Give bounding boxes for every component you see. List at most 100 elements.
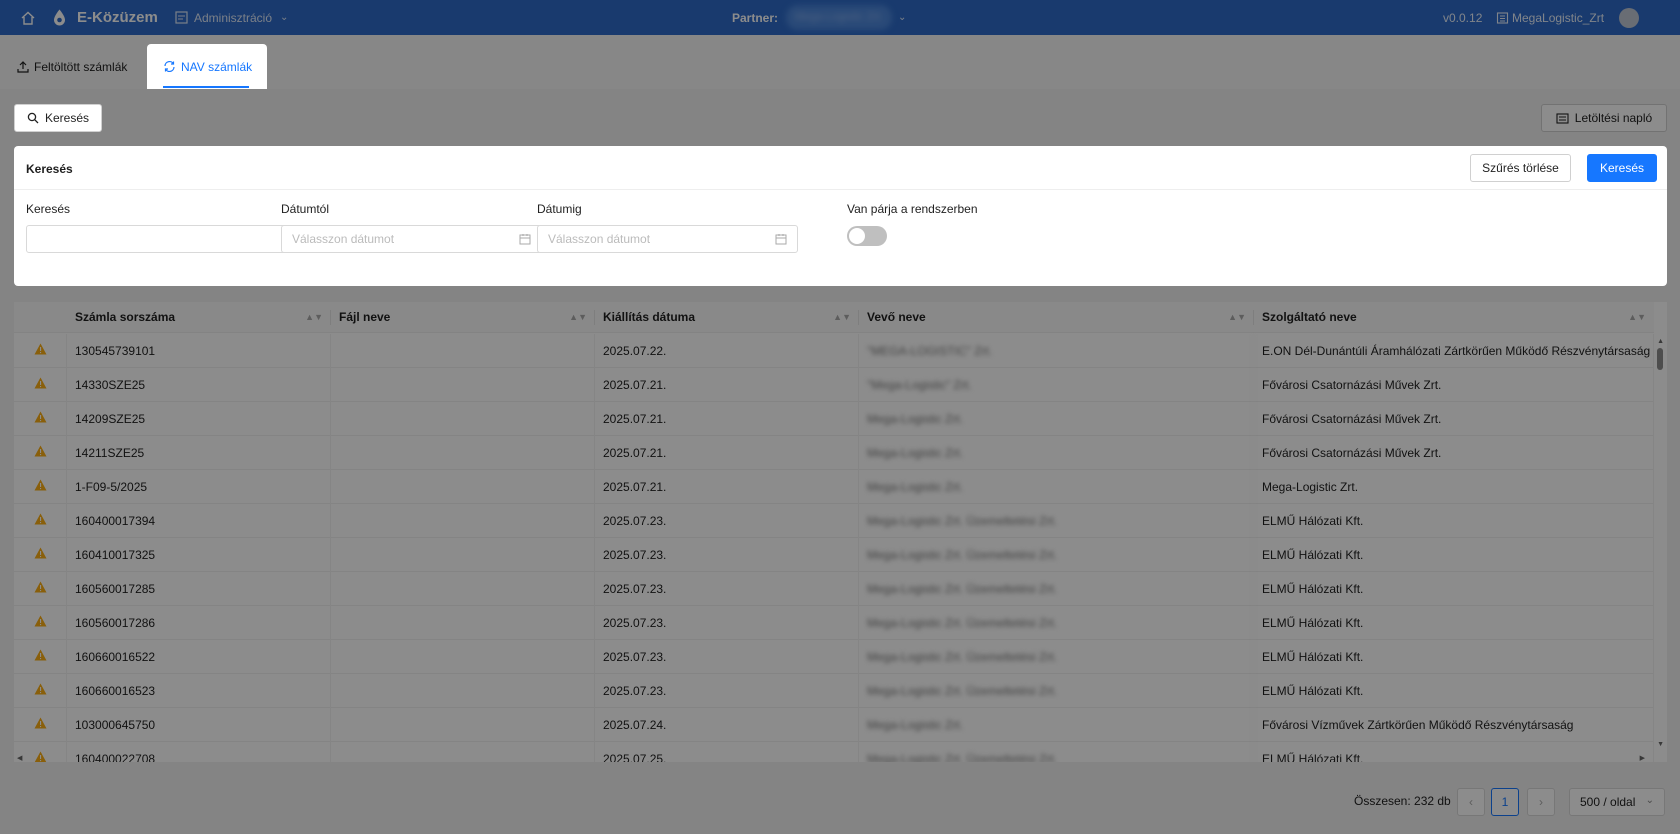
invoice-number-cell: 160560017286 [67,606,331,640]
issue-date-cell: 2025.07.23. [595,640,859,674]
table-header-buyer-name[interactable]: Vevő neve ▲▼ [859,302,1254,333]
page-size-value: 500 / oldal [1580,795,1636,809]
clear-filter-button[interactable]: Szűrés törlése [1470,154,1571,182]
provider-name-cell: ELMŰ Hálózati Kft. [1254,742,1654,762]
issue-date-cell: 2025.07.25. [595,742,859,762]
search-icon [27,112,39,124]
active-tab-indicator [163,86,249,88]
search-input[interactable] [26,225,287,253]
issue-date-cell: 2025.07.21. [595,436,859,470]
table-row[interactable]: 14211SZE25 2025.07.21. Mega-Logistic Zrt. F… [14,436,1654,470]
pagination-page-1[interactable]: 1 [1491,788,1519,816]
file-name-cell [331,640,595,674]
tab-label: Feltöltött számlák [34,59,128,74]
invoice-number-cell: 160660016523 [67,674,331,708]
avatar[interactable] [1619,8,1639,28]
table-row[interactable]: 160410017325 2025.07.23. Mega-Logistic Zrt… [14,538,1654,572]
tab-nav-invoices[interactable]: NAV számlák [147,44,267,89]
invoice-number-cell: 160410017325 [67,538,331,572]
page-size-select[interactable]: 500 / oldal ⌄ [1569,788,1665,816]
table-row[interactable]: 160660016523 2025.07.23. Mega-Logistic Zrt… [14,674,1654,708]
user-name[interactable]: MegaLogistic_Zrt [1512,11,1604,25]
panel-title: Keresés [26,162,73,176]
has-pair-toggle[interactable] [847,226,887,246]
scroll-left-icon[interactable]: ◀ [17,754,22,762]
buyer-name-cell: Mega-Logistic Zrt. Üzemeltetési Zrt. [859,606,1254,640]
sort-icon[interactable]: ▲▼ [833,302,851,333]
home-icon[interactable] [20,10,36,26]
invoice-number-cell: 160560017285 [67,572,331,606]
file-name-cell [331,334,595,368]
company-icon [1496,12,1509,24]
date-to-input[interactable]: Válasszon dátumot [537,225,798,253]
table-row[interactable]: 160560017285 2025.07.23. Mega-Logistic Zrt… [14,572,1654,606]
file-name-cell [331,368,595,402]
invoice-table: Számla sorszáma ▲▼ Fájl neve ▲▼ Kiállítás … [14,302,1667,762]
app-brand[interactable]: E-Közüzem [77,9,158,26]
table-row[interactable]: 160400017394 2025.07.23. Mega-Logistic Zrt… [14,504,1654,538]
provider-name-cell: Fővárosi Csatornázási Művek Zrt. [1254,402,1654,436]
issue-date-cell: 2025.07.21. [595,402,859,436]
column-label: Szolgáltató neve [1262,310,1357,324]
issue-date-cell: 2025.07.24. [595,708,859,742]
tab-uploaded-invoices[interactable]: Feltöltött számlák [0,44,145,89]
sort-icon[interactable]: ▲▼ [569,302,587,333]
scroll-down-icon[interactable]: ▼ [1657,741,1664,748]
file-name-cell [331,538,595,572]
provider-name-cell: Mega-Logistic Zrt. [1254,470,1654,504]
warning-icon [14,538,67,572]
search-button[interactable]: Keresés [1587,154,1657,182]
table-header-provider-name[interactable]: Szolgáltató neve ▲▼ [1254,302,1654,333]
table-row[interactable]: 160560017286 2025.07.23. Mega-Logistic Zrt… [14,606,1654,640]
file-name-cell [331,436,595,470]
date-from-label: Dátumtól [281,202,330,216]
table-header-invoice-number[interactable]: Számla sorszáma ▲▼ [67,302,331,333]
sort-icon[interactable]: ▲▼ [305,302,323,333]
issue-date-cell: 2025.07.23. [595,538,859,572]
table-row[interactable]: 160660016522 2025.07.23. Mega-Logistic Zrt… [14,640,1654,674]
table-row[interactable]: 130545739101 2025.07.22. "MEGA-LOGISTIC" Z… [14,334,1654,368]
table-header-file-name[interactable]: Fájl neve ▲▼ [331,302,595,333]
buyer-name-cell: "Mega-Logistic" Zrt. [859,368,1254,402]
provider-name-cell: Fővárosi Csatornázási Művek Zrt. [1254,368,1654,402]
sort-icon[interactable]: ▲▼ [1228,302,1246,333]
partner-select[interactable]: Mega-Logistic Zrt. [786,5,892,30]
pagination-next-button[interactable]: › [1527,788,1555,816]
buyer-name-cell: "MEGA-LOGISTIC" Zrt. [859,334,1254,368]
table-header-issue-date[interactable]: Kiállítás dátuma ▲▼ [595,302,859,333]
warning-icon [14,436,67,470]
has-pair-label: Van párja a rendszerben [847,202,978,216]
buyer-name-cell: Mega-Logistic Zrt. Üzemeltetési Zrt. [859,538,1254,572]
invoice-number-cell: 160660016522 [67,640,331,674]
issue-date-cell: 2025.07.23. [595,504,859,538]
file-name-cell [331,470,595,504]
table-row[interactable]: 14209SZE25 2025.07.21. Mega-Logistic Zrt. F… [14,402,1654,436]
date-from-input[interactable]: Válasszon dátumot [281,225,542,253]
admin-icon [175,11,188,24]
column-label: Vevő neve [867,310,926,324]
pagination-prev-button[interactable]: ‹ [1457,788,1485,816]
table-row[interactable]: 160400022708 2025.07.25. Mega-Logistic Zrt… [14,742,1654,762]
scroll-right-icon[interactable]: ▶ [1640,754,1645,762]
calendar-icon [519,234,531,245]
vertical-scrollbar[interactable] [1657,348,1663,370]
buyer-name-cell: Mega-Logistic Zrt. [859,402,1254,436]
table-row[interactable]: 14330SZE25 2025.07.21. "Mega-Logistic" Zrt… [14,368,1654,402]
search-toggle-button[interactable]: Keresés [14,104,102,132]
issue-date-cell: 2025.07.21. [595,368,859,402]
issue-date-cell: 2025.07.22. [595,334,859,368]
scroll-up-icon[interactable]: ▲ [1657,338,1664,345]
admin-menu[interactable]: Adminisztráció [194,11,272,25]
search-filter-panel: Keresés Szűrés törlése Keresés Keresés D… [14,146,1667,286]
download-log-button[interactable]: Letöltési napló [1541,104,1667,132]
sort-icon[interactable]: ▲▼ [1628,302,1646,333]
table-row[interactable]: 1-F09-5/2025 2025.07.21. Mega-Logistic Zrt… [14,470,1654,504]
provider-name-cell: Fővárosi Vízművek Zártkörűen Működő Rész… [1254,708,1654,742]
divider [14,189,1667,190]
file-name-cell [331,708,595,742]
pagination-total: Összesen: 232 db [1354,794,1451,808]
invoice-number-cell: 103000645750 [67,708,331,742]
column-label: Számla sorszáma [75,310,176,324]
chevron-down-icon[interactable]: ⌄ [898,12,906,23]
table-row[interactable]: 103000645750 2025.07.24. Mega-Logistic Zrt… [14,708,1654,742]
